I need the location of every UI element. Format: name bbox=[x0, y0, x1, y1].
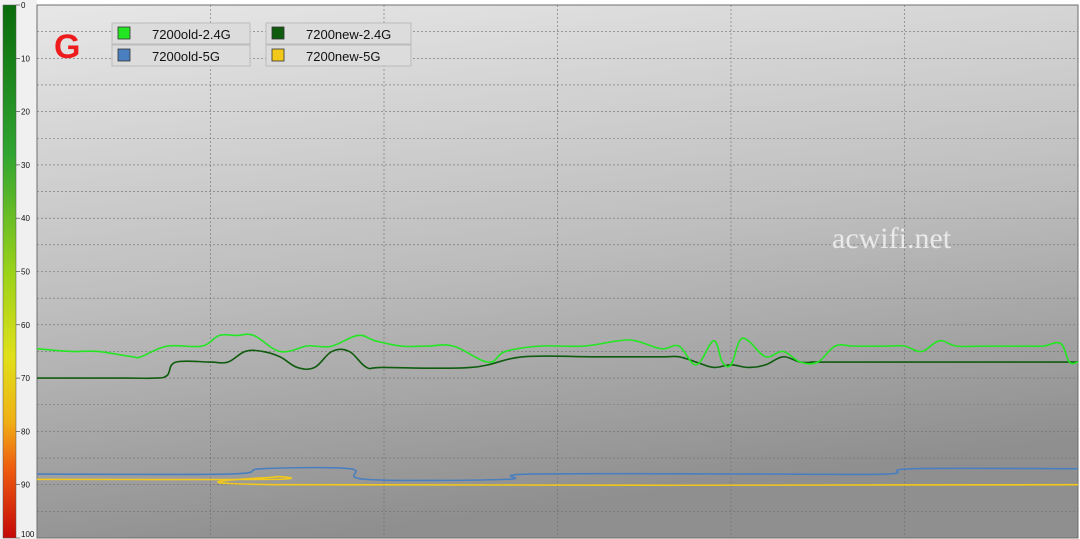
y-tick-label: 50 bbox=[21, 268, 30, 277]
y-tick-label: 60 bbox=[21, 321, 30, 330]
watermark: acwifi.net bbox=[832, 222, 952, 255]
legend-label-1: 7200old-2.4G bbox=[152, 27, 231, 42]
y-tick-label: 100 bbox=[21, 530, 35, 539]
y-tick-label: 30 bbox=[21, 161, 30, 170]
color-scale-bar bbox=[2, 4, 17, 539]
y-tick-label: 10 bbox=[21, 54, 30, 63]
y-tick-label: 0 bbox=[21, 1, 26, 10]
legend-label-2: 7200old-5G bbox=[152, 49, 220, 64]
chart-container: 0 10 20 30 40 50 60 70 80 90 100 G acwifi.net 7200… bbox=[0, 0, 1080, 539]
y-tick-label: 80 bbox=[21, 427, 30, 436]
line-chart: 0 10 20 30 40 50 60 70 80 90 100 G acwifi.net 7200… bbox=[0, 0, 1079, 539]
y-tick-label: 20 bbox=[21, 108, 30, 117]
legend-label-3: 7200new-2.4G bbox=[306, 27, 391, 42]
y-tick-label: 90 bbox=[21, 481, 30, 490]
legend-label-4: 7200new-5G bbox=[306, 49, 380, 64]
y-tick-label: 70 bbox=[21, 374, 30, 383]
y-tick-label: 40 bbox=[21, 214, 30, 223]
legend-swatch-3 bbox=[271, 26, 285, 40]
grid-lines bbox=[37, 5, 1078, 538]
corner-label: G bbox=[54, 28, 80, 66]
legend-swatch-1 bbox=[117, 26, 131, 40]
legend-swatch-2 bbox=[117, 48, 131, 62]
legend-swatch-4 bbox=[271, 48, 285, 62]
